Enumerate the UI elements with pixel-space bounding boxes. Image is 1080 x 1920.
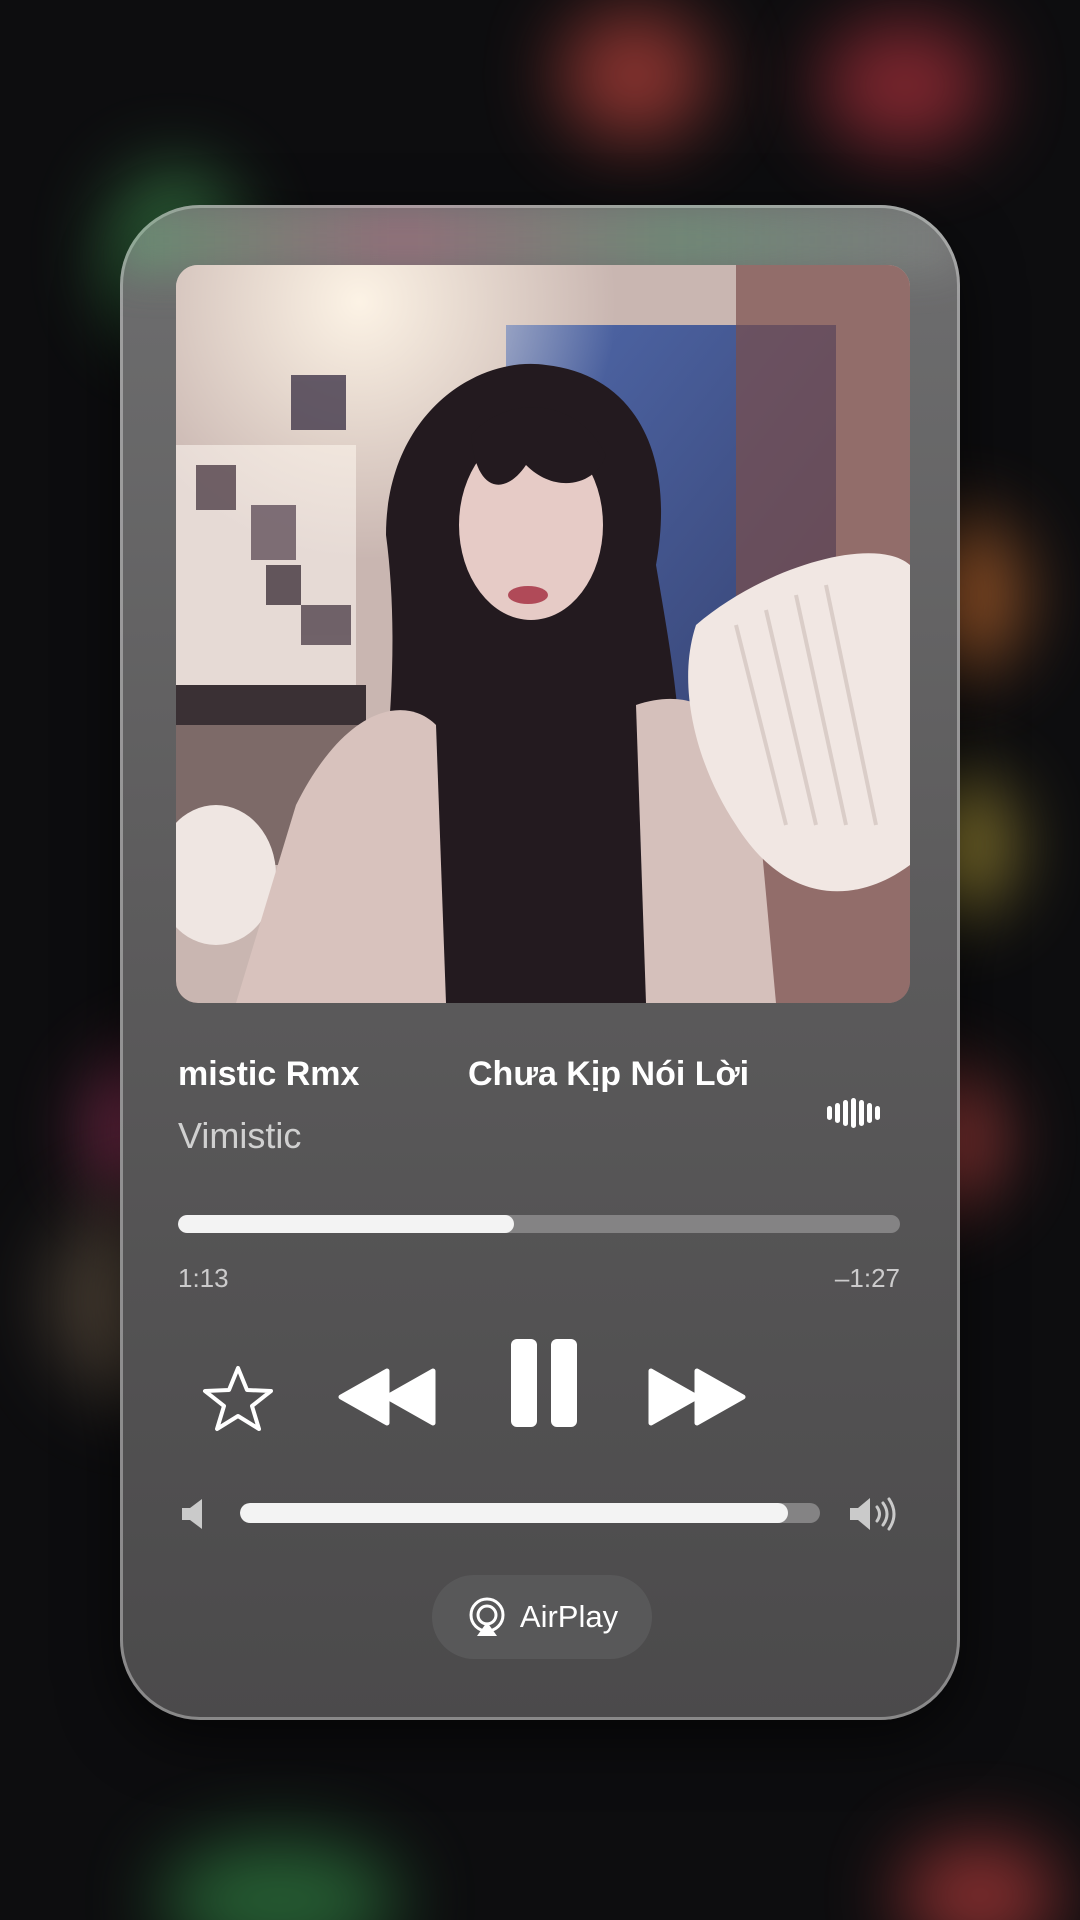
pause-icon xyxy=(511,1339,577,1427)
track-title-tail: mistic Rmx xyxy=(178,1055,360,1093)
airplay-button[interactable]: AirPlay xyxy=(432,1575,652,1659)
remaining-time: –1:27 xyxy=(834,1263,900,1293)
star-icon xyxy=(203,1366,273,1431)
track-info: mistic Rmx Chưa Kịp Nói Lời Vimistic xyxy=(178,1055,898,1157)
track-title: Chưa Kịp Nói Lời xyxy=(468,1055,750,1093)
forward-icon xyxy=(648,1368,746,1426)
now-playing-card: mistic Rmx Chưa Kịp Nói Lời Vimistic 1:1… xyxy=(120,205,960,1720)
playback-progress-bar[interactable] xyxy=(178,1215,900,1233)
speaker-high-icon xyxy=(850,1497,896,1531)
airplay-label: AirPlay xyxy=(519,1599,619,1634)
speaker-low-icon xyxy=(182,1499,202,1529)
volume-max-button[interactable] xyxy=(848,1495,900,1538)
volume-min-button[interactable] xyxy=(180,1497,210,1536)
artist-name[interactable]: Vimistic xyxy=(178,1115,898,1157)
audio-waveform-icon xyxy=(827,1098,880,1128)
next-track-button[interactable] xyxy=(645,1365,749,1434)
title-marquee[interactable]: mistic Rmx Chưa Kịp Nói Lời xyxy=(178,1055,898,1105)
volume-slider[interactable] xyxy=(240,1503,820,1523)
favorite-button[interactable] xyxy=(202,1363,274,1440)
playback-controls xyxy=(120,1325,960,1445)
volume-slider-fill xyxy=(240,1503,789,1523)
airplay-icon xyxy=(469,1597,505,1636)
album-artwork[interactable] xyxy=(176,265,910,1003)
elapsed-time: 1:13 xyxy=(178,1263,229,1293)
previous-track-button[interactable] xyxy=(335,1365,439,1434)
pause-button[interactable] xyxy=(507,1337,581,1434)
playback-progress-fill xyxy=(178,1215,514,1233)
backward-icon xyxy=(338,1368,436,1426)
